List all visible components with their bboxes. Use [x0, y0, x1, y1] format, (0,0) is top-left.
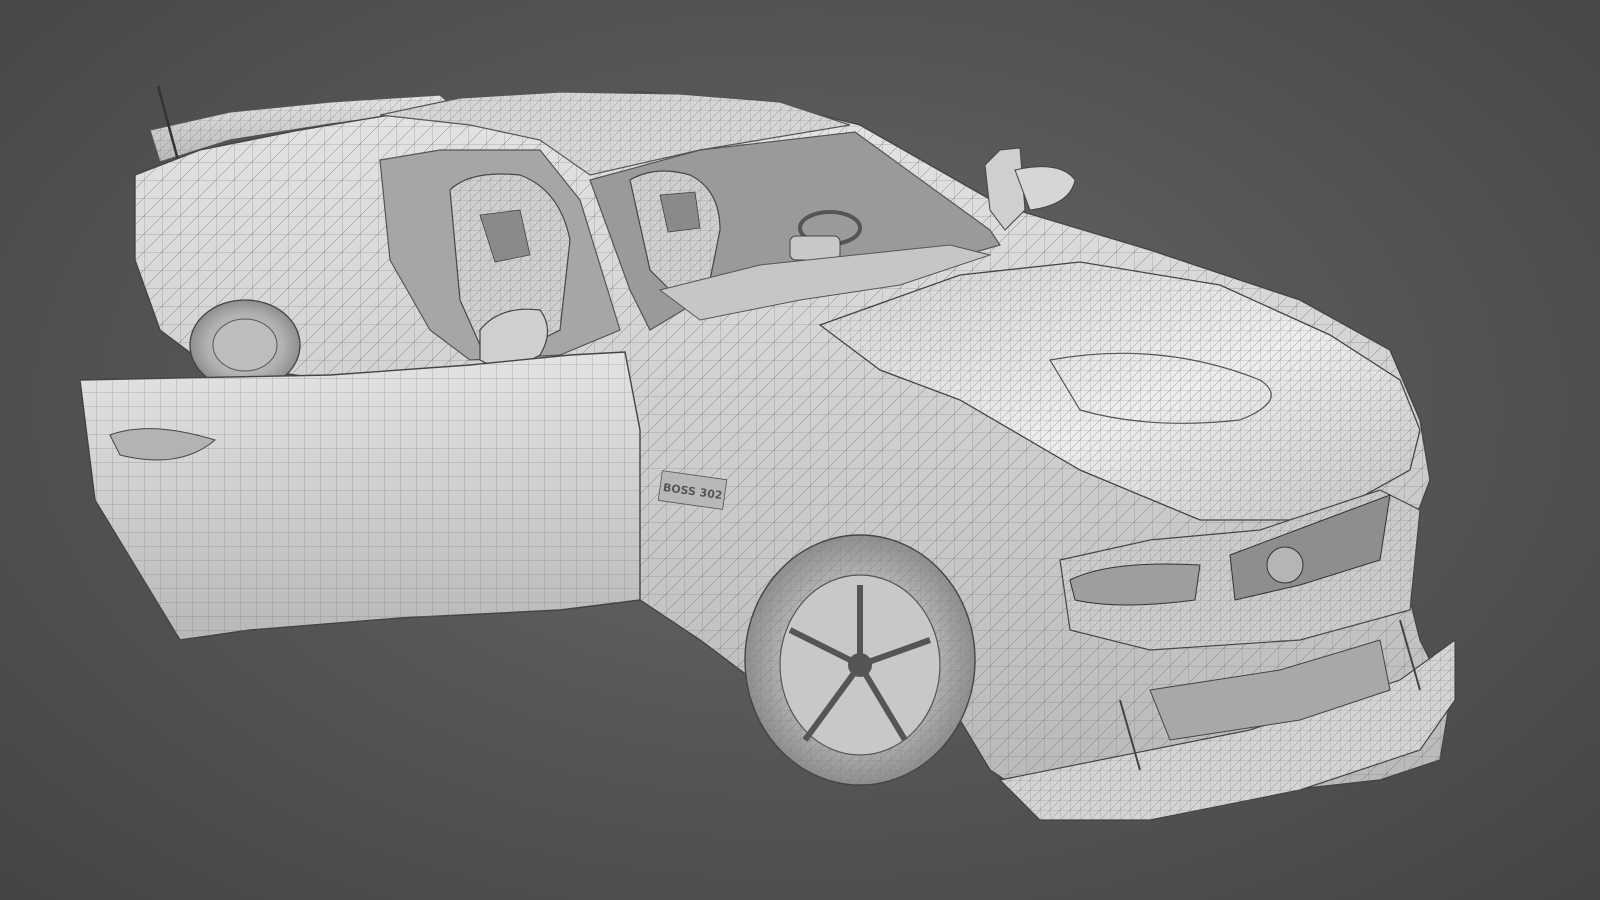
fog-light: [1266, 546, 1304, 584]
driver-door-open: [79, 351, 641, 641]
gauge-pod: [789, 235, 841, 261]
car-wireframe-render: BOSS 302: [79, 85, 1456, 821]
front-wheel: [744, 534, 976, 786]
render-viewport[interactable]: BOSS 302: [0, 0, 1600, 900]
